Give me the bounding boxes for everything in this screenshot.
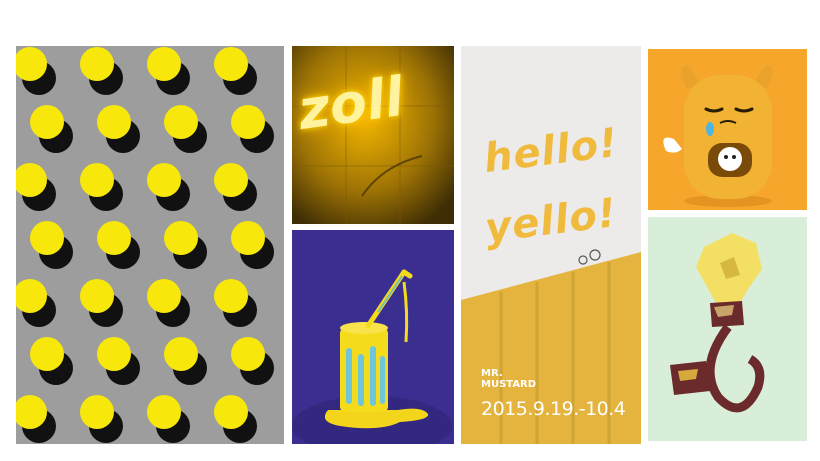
yellow-dot <box>147 395 181 429</box>
yellow-dots-image <box>16 46 284 444</box>
drink-can-image <box>292 230 454 444</box>
dots-pattern <box>16 46 284 444</box>
yellow-dot <box>231 221 265 255</box>
yellow-dot <box>214 279 248 313</box>
yellow-dot <box>30 105 64 139</box>
hello-yello-poster: hello! yello! MR. MUSTARD 2015.9.19.-10.… <box>461 46 641 444</box>
yellow-dot <box>80 163 114 197</box>
lightbulb-figure-image <box>648 217 807 441</box>
toy-illustration <box>648 49 807 210</box>
yellow-dot <box>164 221 198 255</box>
yellow-dot <box>97 105 131 139</box>
yellow-dot <box>147 279 181 313</box>
yellow-dot <box>214 47 248 81</box>
yellow-dot <box>164 105 198 139</box>
yellow-dot <box>231 337 265 371</box>
yellow-dot <box>30 337 64 371</box>
yellow-dot <box>147 47 181 81</box>
toy-character-image <box>648 49 807 210</box>
neon-sign-image: zoll <box>292 46 454 224</box>
yellow-dot <box>164 337 198 371</box>
yellow-dot <box>97 221 131 255</box>
yellow-dot <box>231 105 265 139</box>
lightbulb-illustration <box>648 217 807 441</box>
yellow-dot <box>80 47 114 81</box>
yellow-dot <box>214 163 248 197</box>
poster-brand-label: MR. MUSTARD <box>481 368 537 390</box>
can-illustration <box>292 230 454 444</box>
yellow-dot <box>30 221 64 255</box>
yellow-dot <box>80 395 114 429</box>
yellow-dot <box>147 163 181 197</box>
yellow-dot <box>97 337 131 371</box>
poster-dates: 2015.9.19.-10.4 <box>481 398 626 420</box>
yellow-dot <box>80 279 114 313</box>
yellow-dot <box>214 395 248 429</box>
